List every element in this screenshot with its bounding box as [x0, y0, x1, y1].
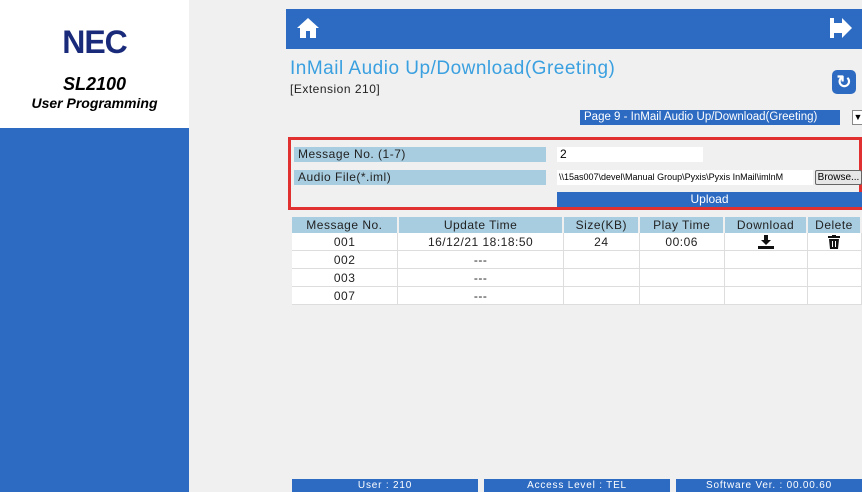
cell-download: [724, 250, 808, 269]
trash-icon[interactable]: [828, 234, 840, 249]
header-download: Download: [724, 217, 808, 233]
message-table: Message No. Update Time Size(KB) Play Ti…: [292, 217, 862, 305]
cell-size: 24: [563, 233, 640, 251]
browse-button[interactable]: Browse...: [815, 170, 862, 185]
message-no-input[interactable]: 2: [557, 147, 703, 162]
cell-update-time: ---: [397, 286, 564, 305]
cell-play-time: [639, 250, 725, 269]
cell-update-time: ---: [397, 268, 564, 287]
home-icon[interactable]: [296, 15, 320, 41]
cell-download: [724, 233, 808, 251]
extension-label: [Extension 210]: [290, 82, 381, 96]
cell-size: [563, 250, 640, 269]
table-row: 002 ---: [292, 250, 862, 269]
refresh-icon[interactable]: ↻: [832, 70, 856, 94]
main-content: InMail Audio Up/Download(Greeting) [Exte…: [286, 0, 862, 492]
cell-delete: [807, 233, 862, 251]
table-row: 007 ---: [292, 286, 862, 305]
cell-play-time: 00:06: [639, 233, 725, 251]
cell-update-time: ---: [397, 250, 564, 269]
page-title: InMail Audio Up/Download(Greeting): [290, 58, 616, 79]
cell-delete: [807, 250, 862, 269]
nec-logo: NEC: [62, 24, 128, 60]
table-row: 003 ---: [292, 268, 862, 287]
sidebar: NEC SL2100 User Programming: [0, 0, 189, 492]
table-row: 001 16/12/21 18:18:50 24 00:06: [292, 233, 862, 251]
top-bar: [286, 9, 862, 49]
header-play-time: Play Time: [639, 217, 726, 233]
chevron-down-icon[interactable]: ▼: [852, 110, 862, 125]
download-icon[interactable]: [757, 234, 774, 249]
product-name: SL2100: [62, 74, 127, 94]
header-size: Size(KB): [563, 217, 641, 233]
logout-icon[interactable]: [830, 16, 854, 40]
page-select[interactable]: Page 9 - InMail Audio Up/Download(Greeti…: [580, 110, 840, 125]
header-update-time: Update Time: [397, 217, 565, 233]
message-no-label: Message No. (1-7): [294, 147, 546, 162]
cell-play-time: [639, 268, 725, 287]
upload-button[interactable]: Upload: [557, 192, 862, 207]
cell-size: [563, 268, 640, 287]
footer-software-version: Software Ver. : 00.00.60: [676, 479, 862, 492]
cell-message-no: 001: [292, 233, 399, 251]
cell-message-no: 003: [292, 268, 399, 287]
footer-user: User : 210: [292, 479, 478, 492]
footer-access-level: Access Level : TEL: [484, 479, 670, 492]
cell-play-time: [639, 286, 725, 305]
cell-size: [563, 286, 640, 305]
cell-delete: [807, 286, 862, 305]
cell-delete: [807, 268, 862, 287]
side-navigation: [0, 128, 189, 492]
header-message-no: Message No.: [292, 217, 399, 233]
audio-file-input[interactable]: \\15as007\devel\Manual Group\Pyxis\Pyxis…: [557, 170, 813, 185]
cell-message-no: 002: [292, 250, 399, 269]
cell-download: [724, 286, 808, 305]
cell-message-no: 007: [292, 286, 399, 305]
cell-update-time: 16/12/21 18:18:50: [397, 233, 564, 251]
header-delete: Delete: [807, 217, 862, 233]
product-subtitle: User Programming: [31, 95, 158, 111]
cell-download: [724, 268, 808, 287]
audio-file-label: Audio File(*.iml): [294, 170, 546, 185]
